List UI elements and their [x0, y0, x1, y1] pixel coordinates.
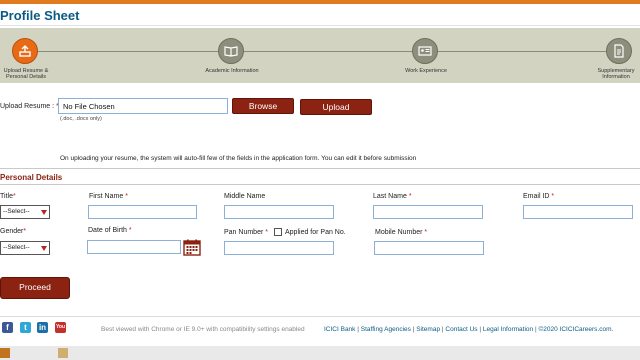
middle-name-label: Middle Name: [224, 193, 266, 200]
id-card-icon[interactable]: [412, 38, 438, 64]
step-label-supplementary: Supplementary Information: [597, 68, 635, 80]
applied-for-pan-checkbox[interactable]: [274, 228, 282, 236]
email-label-text: Email ID: [523, 193, 550, 200]
step-label-academic: Academic Information: [205, 68, 259, 74]
middle-name-input[interactable]: [224, 205, 334, 219]
required-mark: *: [408, 193, 412, 200]
footer-links: ICICI Bank | Staffing Agencies | Sitemap…: [324, 326, 613, 333]
upload-resume-label-text: Upload Resume :: [0, 103, 55, 110]
footer-link-staffing-agencies[interactable]: Staffing Agencies: [361, 326, 411, 333]
mobile-number-label-text: Mobile Number: [375, 229, 423, 236]
section-title-personal-details: Personal Details: [0, 173, 63, 182]
pan-number-label: Pan Number *: [224, 229, 268, 236]
step-label-upload: Upload Resume & Personal Details: [3, 68, 49, 80]
divider: [0, 25, 640, 26]
step-label-work: Work Experience: [405, 68, 447, 74]
gender-select-value: --Select--: [3, 244, 30, 251]
link-separator: |: [479, 326, 482, 333]
link-separator: |: [357, 326, 359, 333]
facebook-icon[interactable]: f: [2, 322, 13, 333]
applied-for-pan-label: Applied for Pan No.: [285, 229, 346, 236]
link-separator: |: [412, 326, 415, 333]
gender-label: Gender*: [0, 228, 26, 235]
title-label: Title*: [0, 193, 16, 200]
first-name-label: First Name *: [89, 193, 128, 200]
required-mark: *: [125, 193, 128, 200]
required-mark: *: [12, 193, 16, 200]
file-chosen-field[interactable]: No File Chosen: [58, 98, 228, 114]
required-mark: *: [424, 229, 428, 236]
footer-link-legal-information[interactable]: Legal Information: [483, 326, 533, 333]
chevron-down-icon: [41, 210, 47, 215]
bottom-bar: [0, 346, 640, 360]
proceed-button[interactable]: Proceed: [0, 277, 70, 299]
browse-button[interactable]: Browse: [232, 98, 294, 114]
required-mark: *: [23, 228, 27, 235]
last-name-label: Last Name *: [373, 193, 412, 200]
title-label-text: Title: [0, 193, 13, 200]
upload-icon[interactable]: [12, 38, 38, 64]
step-progress-bar: Upload Resume & Personal Details Academi…: [0, 28, 640, 83]
gender-label-text: Gender: [0, 228, 24, 235]
dob-input[interactable]: [87, 240, 181, 254]
linkedin-icon[interactable]: in: [37, 322, 48, 333]
pan-number-label-text: Pan Number: [224, 229, 264, 236]
email-input[interactable]: [523, 205, 633, 219]
gender-select[interactable]: --Select--: [0, 241, 50, 255]
required-mark: *: [128, 227, 132, 234]
copyright: ©2020 ICICICareers.com.: [538, 326, 614, 333]
link-separator: |: [441, 326, 444, 333]
divider: [0, 184, 640, 185]
required-mark: *: [551, 193, 555, 200]
divider: [0, 168, 640, 169]
chevron-down-icon: [41, 246, 47, 251]
youtube-icon[interactable]: You: [55, 322, 66, 333]
book-icon[interactable]: [218, 38, 244, 64]
bottom-bar-block: [0, 348, 10, 358]
bottom-bar-block: [58, 348, 68, 358]
required-mark: *: [265, 229, 268, 236]
dob-label: Date of Birth *: [88, 227, 132, 234]
divider: [0, 316, 640, 317]
upload-button[interactable]: Upload: [300, 99, 372, 115]
mobile-number-input[interactable]: [374, 241, 484, 255]
document-icon[interactable]: [606, 38, 632, 64]
dob-label-text: Date of Birth: [88, 227, 127, 234]
last-name-input[interactable]: [373, 205, 483, 219]
step-connector-line: [26, 51, 618, 52]
page-title: Profile Sheet: [0, 8, 80, 23]
footer-link-sitemap[interactable]: Sitemap: [416, 326, 440, 333]
browser-note: Best viewed with Chrome or IE 9.0+ with …: [101, 326, 305, 333]
title-select-value: --Select--: [3, 208, 30, 215]
mobile-number-label: Mobile Number *: [375, 229, 427, 236]
footer-link-contact-us[interactable]: Contact Us: [445, 326, 477, 333]
calendar-icon[interactable]: [183, 239, 201, 256]
last-name-label-text: Last Name: [373, 193, 407, 200]
autofill-info-text: On uploading your resume, the system wil…: [60, 155, 417, 162]
file-type-hint: (.doc, .docx only): [60, 116, 102, 122]
upload-resume-label: Upload Resume : *: [0, 103, 59, 110]
title-select[interactable]: --Select--: [0, 205, 50, 219]
link-separator: |: [534, 326, 537, 333]
email-label: Email ID *: [523, 193, 554, 200]
pan-number-input[interactable]: [224, 241, 334, 255]
top-accent-bar: [0, 0, 640, 4]
first-name-label-text: First Name: [89, 193, 124, 200]
twitter-icon[interactable]: t: [20, 322, 31, 333]
footer-link-icici-bank[interactable]: ICICI Bank: [324, 326, 355, 333]
first-name-input[interactable]: [88, 205, 197, 219]
